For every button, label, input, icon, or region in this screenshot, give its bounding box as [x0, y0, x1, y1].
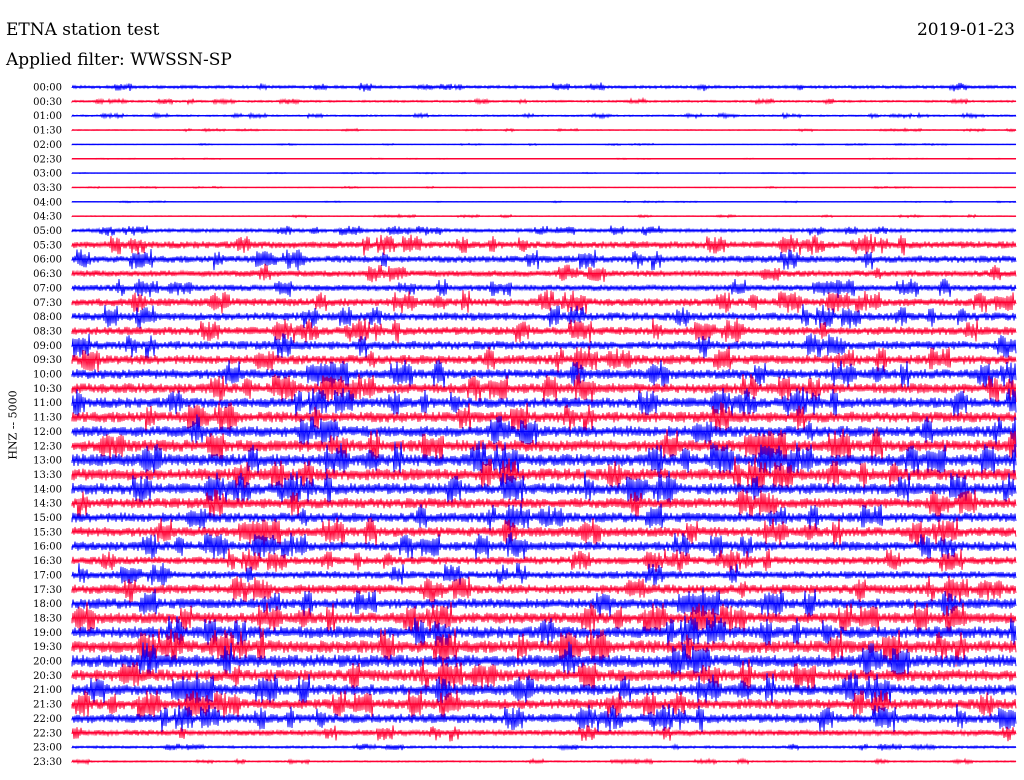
- time-tick-label: 14:00: [33, 484, 62, 495]
- time-tick-label: 20:00: [33, 657, 62, 668]
- time-tick-label: 00:30: [33, 97, 62, 108]
- time-tick-label: 12:00: [33, 427, 62, 438]
- seismic-trace: [71, 562, 1017, 586]
- time-tick-label: 16:00: [33, 542, 62, 553]
- time-tick-label: 01:00: [33, 111, 62, 122]
- time-tick-label: 04:30: [33, 212, 62, 223]
- helicorder-plot: 00:00 00:30 01:00 01:30 02:00 02:30 03:00 03:30…: [33, 83, 1017, 768]
- time-tick-label: 13:00: [33, 456, 62, 467]
- time-tick-label: 18:30: [33, 613, 62, 624]
- time-tick-label: 09:00: [33, 341, 62, 352]
- time-tick-label: 10:00: [33, 370, 62, 381]
- time-tick-label: 10:30: [33, 384, 62, 395]
- time-tick-label: 17:00: [33, 570, 62, 581]
- time-tick-label: 15:00: [33, 513, 62, 524]
- time-tick-label: 11:00: [33, 398, 62, 409]
- time-tick-label: 21:30: [33, 700, 62, 711]
- time-tick-label: 07:00: [33, 283, 62, 294]
- time-tick-label: 05:00: [33, 226, 62, 237]
- time-tick-label: 08:00: [33, 312, 62, 323]
- time-tick-label: 11:30: [33, 413, 62, 424]
- time-tick-label: 23:00: [33, 743, 62, 754]
- time-tick-label: 22:30: [33, 728, 62, 739]
- time-tick-label: 01:30: [33, 126, 62, 137]
- time-tick-label: 02:30: [33, 154, 62, 165]
- time-tick-label: 19:00: [33, 628, 62, 639]
- time-tick-label: 22:00: [33, 714, 62, 725]
- time-tick-label: 04:00: [33, 197, 62, 208]
- time-tick-label: 13:30: [33, 470, 62, 481]
- time-tick-label: 08:30: [33, 326, 62, 337]
- time-tick-label: 18:00: [33, 599, 62, 610]
- time-tick-label: 09:30: [33, 355, 62, 366]
- time-tick-label: 07:30: [33, 298, 62, 309]
- time-tick-label: 16:30: [33, 556, 62, 567]
- time-tick-label: 05:30: [33, 240, 62, 251]
- time-tick-label: 02:00: [33, 140, 62, 151]
- time-tick-label: 00:00: [33, 83, 62, 94]
- time-tick-label: 14:30: [33, 499, 62, 510]
- time-tick-label: 20:30: [33, 671, 62, 682]
- time-tick-label: 17:30: [33, 585, 62, 596]
- time-tick-label: 06:00: [33, 255, 62, 266]
- time-tick-label: 06:30: [33, 269, 62, 280]
- time-tick-label: 03:00: [33, 169, 62, 180]
- time-tick-label: 03:30: [33, 183, 62, 194]
- time-tick-label: 21:00: [33, 685, 62, 696]
- time-tick-label: 12:30: [33, 441, 62, 452]
- time-tick-label: 23:30: [33, 757, 62, 768]
- time-tick-label: 19:30: [33, 642, 62, 653]
- time-tick-label: 15:30: [33, 527, 62, 538]
